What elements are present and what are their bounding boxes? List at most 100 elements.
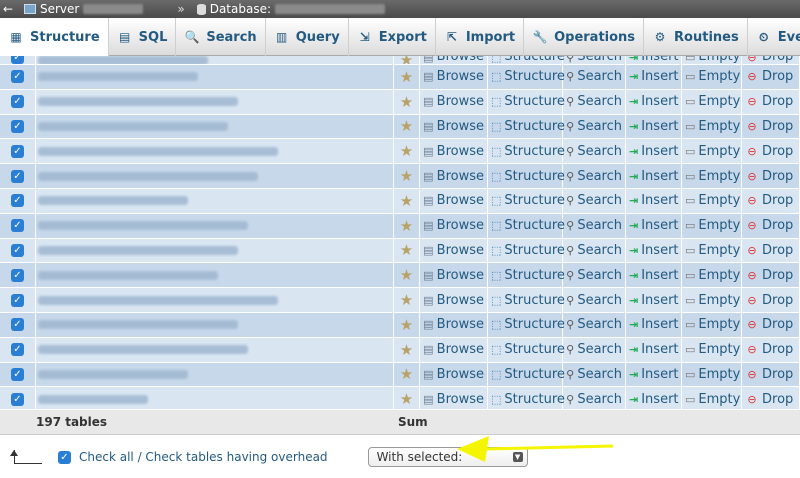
tab-routines[interactable]: ⚙ Routines	[644, 18, 748, 56]
drop-action[interactable]: ⊖ Drop	[742, 362, 800, 387]
row-checkbox[interactable]: ✓	[11, 243, 24, 257]
empty-action[interactable]: ▭ Empty	[682, 238, 742, 263]
row-checkbox[interactable]: ✓	[11, 169, 24, 183]
search-action[interactable]: ⚲ Search	[563, 139, 626, 164]
insert-action[interactable]: ⇥ Insert	[626, 65, 682, 89]
row-checkbox[interactable]: ✓	[11, 293, 24, 307]
drop-action[interactable]: ⊖ Drop	[742, 387, 800, 412]
search-action[interactable]: ⚲ Search	[563, 238, 626, 263]
search-action[interactable]: ⚲ Search	[563, 65, 626, 89]
browse-action[interactable]: ▤ Browse	[420, 387, 488, 412]
tab-query[interactable]: ▥ Query	[266, 18, 349, 56]
row-checkbox[interactable]: ✓	[11, 343, 24, 357]
insert-action[interactable]: ⇥ Insert	[626, 56, 682, 64]
search-action[interactable]: ⚲ Search	[563, 188, 626, 213]
table-name-redacted[interactable]	[38, 345, 248, 355]
row-checkbox[interactable]: ✓	[11, 219, 24, 233]
table-name-redacted[interactable]	[38, 369, 188, 379]
structure-action[interactable]: ⬚ Structure	[488, 312, 565, 337]
server-label[interactable]: Server	[40, 2, 79, 16]
insert-action[interactable]: ⇥ Insert	[626, 114, 682, 139]
structure-action[interactable]: ⬚ Structure	[488, 238, 565, 263]
browse-action[interactable]: ▤ Browse	[420, 114, 488, 139]
structure-action[interactable]: ⬚ Structure	[488, 213, 565, 238]
tab-sql[interactable]: ▤ SQL	[109, 18, 177, 56]
insert-action[interactable]: ⇥ Insert	[626, 387, 682, 412]
insert-action[interactable]: ⇥ Insert	[626, 337, 682, 362]
structure-action[interactable]: ⬚ Structure	[488, 263, 565, 288]
table-name-redacted[interactable]	[38, 146, 278, 156]
table-name-redacted[interactable]	[38, 295, 278, 305]
structure-action[interactable]: ⬚ Structure	[488, 65, 565, 89]
drop-action[interactable]: ⊖ Drop	[742, 213, 800, 238]
search-action[interactable]: ⚲ Search	[563, 213, 626, 238]
drop-action[interactable]: ⊖ Drop	[742, 263, 800, 288]
table-name-redacted[interactable]	[38, 72, 198, 82]
empty-action[interactable]: ▭ Empty	[682, 312, 742, 337]
structure-action[interactable]: ⬚ Structure	[488, 188, 565, 213]
browse-action[interactable]: ▤ Browse	[420, 362, 488, 387]
table-name-redacted[interactable]	[38, 320, 238, 330]
favorite-star-icon[interactable]: ★	[394, 263, 420, 288]
search-action[interactable]: ⚲ Search	[563, 312, 626, 337]
tab-operations[interactable]: 🔧 Operations	[524, 18, 645, 56]
tab-events[interactable]: ⏲ Events	[748, 18, 800, 56]
structure-action[interactable]: ⬚ Structure	[488, 387, 565, 412]
tab-structure[interactable]: ▦ Structure	[0, 18, 109, 56]
database-label[interactable]: Database:	[210, 2, 271, 16]
browse-action[interactable]: ▤ Browse	[420, 312, 488, 337]
check-all-checkbox[interactable]: ✓	[58, 450, 71, 464]
insert-action[interactable]: ⇥ Insert	[626, 288, 682, 312]
table-name-redacted[interactable]	[38, 171, 258, 181]
favorite-star-icon[interactable]: ★	[394, 188, 420, 213]
favorite-star-icon[interactable]: ★	[394, 387, 420, 412]
structure-action[interactable]: ⬚ Structure	[488, 139, 565, 164]
row-checkbox[interactable]: ✓	[11, 95, 24, 109]
insert-action[interactable]: ⇥ Insert	[626, 312, 682, 337]
insert-action[interactable]: ⇥ Insert	[626, 139, 682, 164]
drop-action[interactable]: ⊖ Drop	[742, 139, 800, 164]
empty-action[interactable]: ▭ Empty	[682, 288, 742, 312]
row-checkbox[interactable]: ✓	[11, 194, 24, 208]
structure-action[interactable]: ⬚ Structure	[488, 89, 565, 114]
structure-action[interactable]: ⬚ Structure	[488, 288, 565, 312]
tab-export[interactable]: ⇲ Export	[349, 18, 436, 56]
search-action[interactable]: ⚲ Search	[563, 362, 626, 387]
favorite-star-icon[interactable]: ★	[394, 238, 420, 263]
empty-action[interactable]: ▭ Empty	[682, 56, 742, 64]
insert-action[interactable]: ⇥ Insert	[626, 263, 682, 288]
table-name-redacted[interactable]	[38, 56, 208, 64]
row-checkbox[interactable]: ✓	[11, 144, 24, 158]
browse-action[interactable]: ▤ Browse	[420, 188, 488, 213]
insert-action[interactable]: ⇥ Insert	[626, 362, 682, 387]
browse-action[interactable]: ▤ Browse	[420, 65, 488, 89]
row-checkbox[interactable]: ✓	[11, 70, 24, 84]
insert-action[interactable]: ⇥ Insert	[626, 188, 682, 213]
drop-action[interactable]: ⊖ Drop	[742, 65, 800, 89]
browse-action[interactable]: ▤ Browse	[420, 288, 488, 312]
search-action[interactable]: ⚲ Search	[563, 114, 626, 139]
empty-action[interactable]: ▭ Empty	[682, 139, 742, 164]
favorite-star-icon[interactable]: ★	[394, 114, 420, 139]
favorite-star-icon[interactable]: ★	[394, 337, 420, 362]
favorite-star-icon[interactable]: ★	[394, 56, 420, 64]
empty-action[interactable]: ▭ Empty	[682, 387, 742, 412]
table-name-redacted[interactable]	[38, 221, 248, 231]
table-name-redacted[interactable]	[38, 245, 238, 255]
row-checkbox[interactable]: ✓	[11, 119, 24, 133]
browse-action[interactable]: ▤ Browse	[420, 263, 488, 288]
empty-action[interactable]: ▭ Empty	[682, 65, 742, 89]
browse-action[interactable]: ▤ Browse	[420, 337, 488, 362]
favorite-star-icon[interactable]: ★	[394, 312, 420, 337]
drop-action[interactable]: ⊖ Drop	[742, 238, 800, 263]
drop-action[interactable]: ⊖ Drop	[742, 89, 800, 114]
row-checkbox[interactable]: ✓	[11, 268, 24, 282]
empty-action[interactable]: ▭ Empty	[682, 213, 742, 238]
empty-action[interactable]: ▭ Empty	[682, 362, 742, 387]
structure-action[interactable]: ⬚ Structure	[488, 337, 565, 362]
structure-action[interactable]: ⬚ Structure	[488, 114, 565, 139]
tab-search[interactable]: 🔍 Search	[176, 18, 266, 56]
insert-action[interactable]: ⇥ Insert	[626, 238, 682, 263]
search-action[interactable]: ⚲ Search	[563, 387, 626, 412]
browse-action[interactable]: ▤ Browse	[420, 164, 488, 188]
